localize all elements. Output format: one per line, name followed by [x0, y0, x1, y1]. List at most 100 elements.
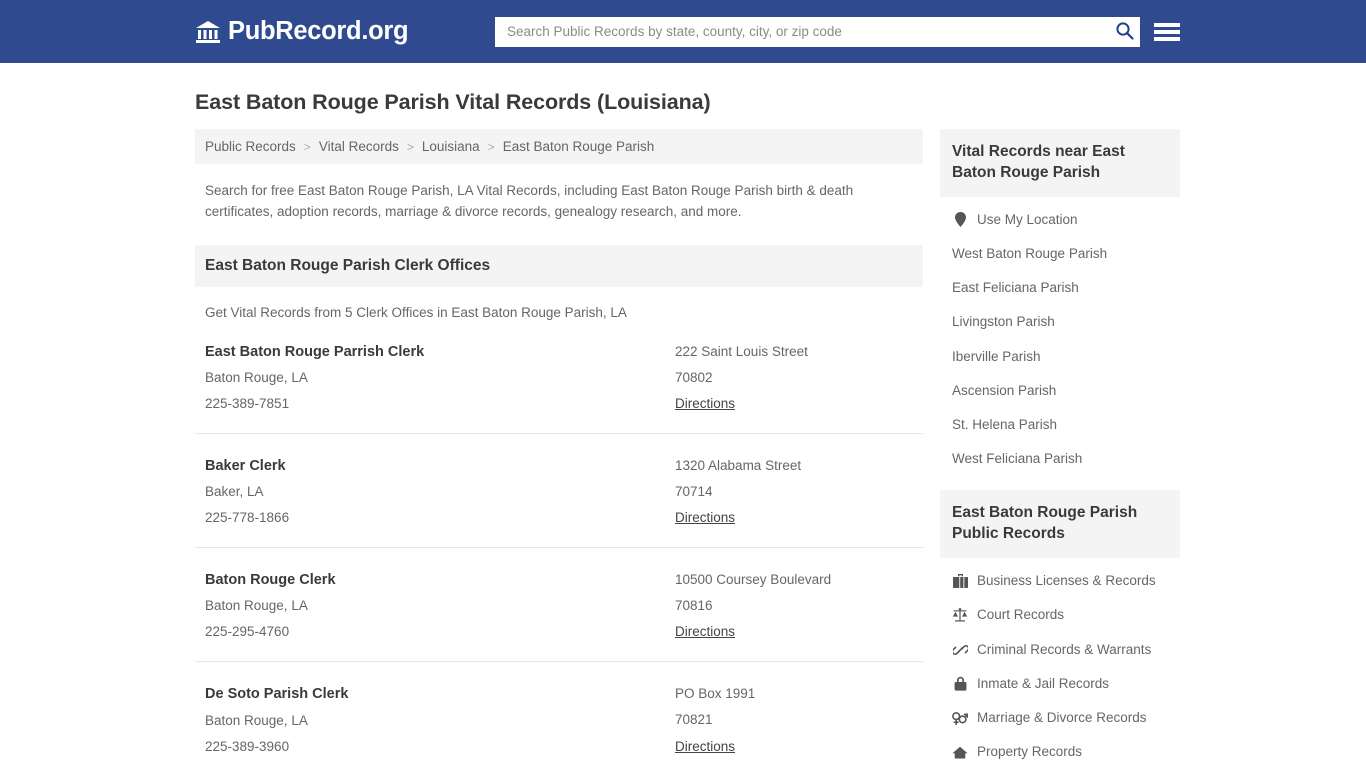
nearby-item-7[interactable]: St. Helena Parish: [940, 408, 1180, 442]
clerk-office-phone: 225-295-4760: [205, 624, 290, 640]
clerk-office-row: De Soto Parish Clerk Baton Rouge, LA 225-3…: [195, 662, 923, 768]
public-record-item-3[interactable]: Criminal Records & Warrants: [940, 633, 1180, 667]
nearby-item-8[interactable]: West Feliciana Parish: [940, 442, 1180, 476]
map-pin-icon: [952, 212, 968, 228]
header-right-group: [495, 16, 1180, 47]
nearby-item-3[interactable]: East Feliciana Parish: [940, 271, 1180, 305]
clerk-offices-section-heading: East Baton Rouge Parish Clerk Offices: [195, 244, 923, 287]
public-records-panel-list: Business Licenses & Records Court Records…: [940, 558, 1180, 768]
public-records-panel: East Baton Rouge Parish Public Records B…: [940, 490, 1180, 768]
clerk-office-name[interactable]: East Baton Rouge Parrish Clerk: [205, 339, 675, 365]
public-record-item-label: Criminal Records & Warrants: [977, 641, 1152, 657]
nearby-item-label: Iberville Parish: [952, 348, 1041, 364]
clerk-office-address-block: PO Box 1991 70821 Directions: [675, 681, 913, 759]
breadcrumb-separator: >: [406, 139, 414, 154]
listings-container: East Baton Rouge Parrish Clerk Baton Roug…: [195, 320, 923, 768]
nearby-vital-records-panel: Vital Records near East Baton Rouge Pari…: [940, 129, 1180, 476]
public-record-item-label: Business Licenses & Records: [977, 573, 1156, 589]
nearby-item-label: Use My Location: [977, 211, 1078, 227]
search-box: [495, 16, 1140, 47]
sidebar: Vital Records near East Baton Rouge Pari…: [940, 129, 1180, 768]
nearby-item-5[interactable]: Iberville Parish: [940, 340, 1180, 374]
briefcase-icon: [952, 573, 968, 589]
nearby-item-label: East Feliciana Parish: [952, 280, 1079, 296]
public-record-item-label: Inmate & Jail Records: [977, 675, 1110, 691]
clerk-office-zip: 70821: [675, 712, 713, 728]
nearby-item-4[interactable]: Livingston Parish: [940, 305, 1180, 339]
public-record-item-1[interactable]: Business Licenses & Records: [940, 564, 1180, 598]
breadcrumb-separator: >: [487, 139, 495, 154]
lock-icon: [952, 676, 968, 692]
nearby-item-2[interactable]: West Baton Rouge Parish: [940, 237, 1180, 271]
nearby-panel-heading: Vital Records near East Baton Rouge Pari…: [940, 129, 1180, 197]
public-record-item-label: Property Records: [977, 744, 1083, 760]
hamburger-menu-icon[interactable]: [1154, 21, 1180, 43]
public-record-item-5[interactable]: Marriage & Divorce Records: [940, 701, 1180, 735]
gender-symbols-icon: [952, 710, 968, 726]
nearby-item-label: West Baton Rouge Parish: [952, 246, 1108, 262]
clerk-office-street: PO Box 1991: [675, 686, 756, 702]
breadcrumb: Public Records > Vital Records > Louisiana > E…: [195, 129, 923, 164]
clerk-office-city-state: Baker, LA: [205, 484, 264, 500]
clerk-office-street: 10500 Coursey Boulevard: [675, 572, 832, 588]
clerk-office-row: Baton Rouge Clerk Baton Rouge, LA 225-295-…: [195, 548, 923, 663]
nearby-item-1[interactable]: Use My Location: [940, 203, 1180, 237]
directions-link[interactable]: Directions: [675, 505, 735, 531]
clerk-office-phone: 225-778-1866: [205, 510, 290, 526]
breadcrumb-separator: >: [303, 139, 311, 154]
clerk-office-address-block: 222 Saint Louis Street 70802 Directions: [675, 339, 913, 417]
clerk-office-info: Baker Clerk Baker, LA 225-778-1866: [205, 453, 675, 531]
clerk-office-name[interactable]: De Soto Parish Clerk: [205, 681, 675, 707]
site-header: PubRecord.org: [0, 0, 1366, 63]
public-record-item-6[interactable]: Property Records: [940, 735, 1180, 768]
intro-text: Search for free East Baton Rouge Parish,…: [205, 183, 854, 219]
search-input[interactable]: [495, 16, 1140, 47]
clerk-office-street: 1320 Alabama Street: [675, 458, 802, 474]
page-title: East Baton Rouge Parish Vital Records (L…: [195, 90, 711, 114]
public-record-item-4[interactable]: Inmate & Jail Records: [940, 667, 1180, 701]
hamburger-bar: [1154, 36, 1180, 41]
public-record-item-label: Marriage & Divorce Records: [977, 709, 1147, 725]
brand-logo-link[interactable]: PubRecord.org: [195, 16, 409, 45]
clerk-office-name[interactable]: Baton Rouge Clerk: [205, 567, 675, 593]
breadcrumb-item-3[interactable]: Louisiana: [422, 139, 480, 154]
hamburger-bar: [1154, 29, 1180, 34]
clerk-office-row: East Baton Rouge Parrish Clerk Baton Roug…: [195, 320, 923, 435]
clerk-office-zip: 70802: [675, 369, 713, 385]
search-button[interactable]: [1112, 20, 1136, 44]
nearby-item-label: Livingston Parish: [952, 314, 1055, 330]
nearby-item-6[interactable]: Ascension Parish: [940, 374, 1180, 408]
breadcrumb-item-4: East Baton Rouge Parish: [502, 139, 655, 154]
clerk-office-phone: 225-389-3960: [205, 738, 290, 754]
handcuffs-icon: [952, 642, 968, 658]
brand-name: PubRecord.org: [228, 16, 409, 45]
public-records-panel-heading: East Baton Rouge Parish Public Records: [940, 490, 1180, 559]
directions-link[interactable]: Directions: [675, 734, 735, 760]
bank-building-icon: [195, 20, 221, 44]
clerk-office-name[interactable]: Baker Clerk: [205, 453, 675, 479]
clerk-offices-subheading: Get Vital Records from 5 Clerk Offices i…: [205, 304, 627, 320]
nearby-item-label: St. Helena Parish: [952, 416, 1058, 432]
breadcrumb-item-2[interactable]: Vital Records: [319, 139, 399, 154]
hamburger-bar: [1154, 22, 1180, 27]
breadcrumb-item-1[interactable]: Public Records: [205, 139, 296, 154]
clerk-office-info: East Baton Rouge Parrish Clerk Baton Roug…: [205, 339, 675, 417]
house-icon: [952, 744, 968, 760]
directions-link[interactable]: Directions: [675, 619, 735, 645]
public-record-item-2[interactable]: Court Records: [940, 598, 1180, 632]
scales-of-justice-icon: [952, 607, 968, 623]
nearby-item-label: Ascension Parish: [952, 382, 1057, 398]
clerk-office-zip: 70816: [675, 598, 713, 614]
directions-link[interactable]: Directions: [675, 391, 735, 417]
clerk-office-info: De Soto Parish Clerk Baton Rouge, LA 225-3…: [205, 681, 675, 759]
content-columns: Public Records > Vital Records > Louisiana > E…: [195, 129, 1180, 768]
page-container: East Baton Rouge Parish Vital Records (L…: [0, 63, 1366, 768]
clerk-office-street: 222 Saint Louis Street: [675, 343, 808, 359]
clerk-office-zip: 70714: [675, 484, 713, 500]
clerk-office-city-state: Baton Rouge, LA: [205, 712, 308, 728]
clerk-office-phone: 225-389-7851: [205, 395, 290, 411]
clerk-office-info: Baton Rouge Clerk Baton Rouge, LA 225-295-…: [205, 567, 675, 645]
nearby-item-label: West Feliciana Parish: [952, 451, 1083, 467]
search-icon: [1115, 21, 1134, 43]
clerk-office-row: Baker Clerk Baker, LA 225-778-1866 1320 Ala…: [195, 434, 923, 549]
